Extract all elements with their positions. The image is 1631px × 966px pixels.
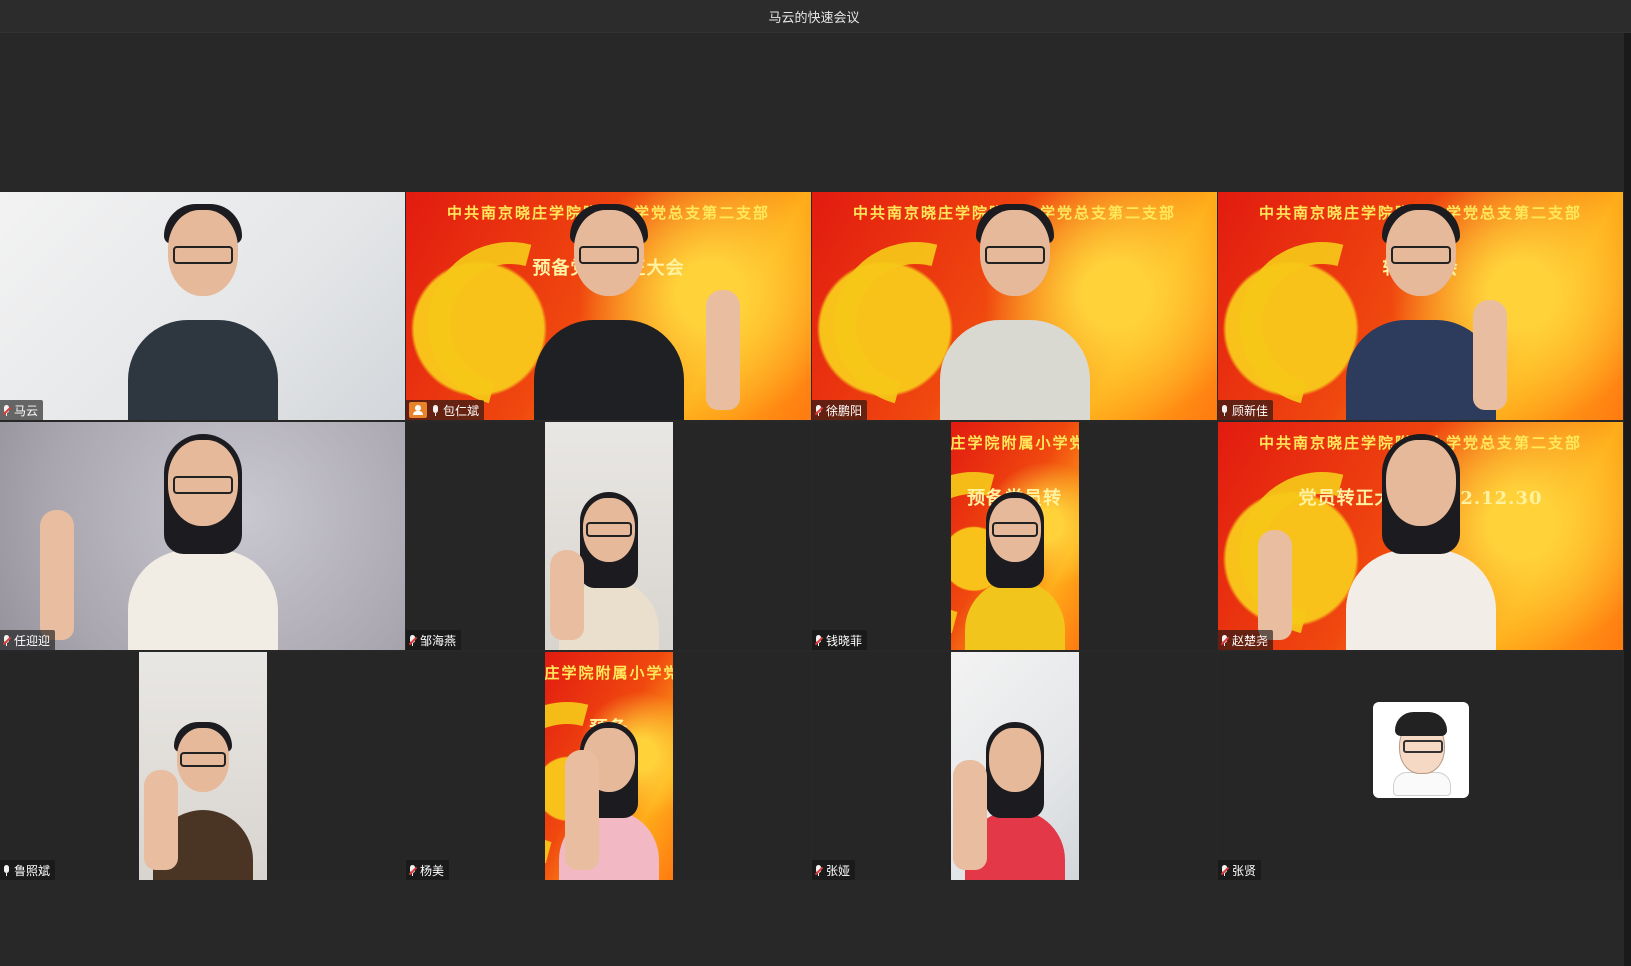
window-title-bar: 马云的快速会议 xyxy=(0,0,1631,33)
avatar xyxy=(1372,702,1469,798)
participant-figure xyxy=(939,204,1090,420)
participant-name: 马云 xyxy=(14,403,39,418)
participant-name: 顾新佳 xyxy=(1232,403,1269,418)
participant-tile[interactable]: 庄学院附属小学党预备党员转钱晓菲 xyxy=(812,422,1217,650)
video-feed xyxy=(950,652,1079,880)
banner-text: 庄学院附属小学党 xyxy=(950,434,1079,452)
participant-name: 赵楚尧 xyxy=(1232,633,1269,648)
raised-hand xyxy=(143,770,178,870)
participant-name-label: 顾新佳 xyxy=(1218,400,1274,420)
participant-name-label: 鲁照斌 xyxy=(0,860,56,880)
mic-muted-icon[interactable] xyxy=(814,634,824,646)
host-icon xyxy=(409,402,427,418)
participant-name-label: 徐鹏阳 xyxy=(812,400,868,420)
participant-name-label: 马云 xyxy=(0,400,44,420)
participant-tile[interactable]: 中共南京晓庄学院附属小学党总支第二支部预备党员转正大会包仁斌 xyxy=(406,192,811,420)
mic-muted-icon[interactable] xyxy=(2,634,12,646)
participant-tile[interactable]: 张娅 xyxy=(812,652,1217,880)
participant-name: 徐鹏阳 xyxy=(826,403,863,418)
mic-muted-icon[interactable] xyxy=(2,404,12,416)
participant-name-label: 邹海燕 xyxy=(406,630,462,650)
participant-tile[interactable]: 张贤 xyxy=(1218,652,1623,880)
raised-hand xyxy=(40,510,74,640)
meeting-title: 马云的快速会议 xyxy=(768,10,860,26)
video-feed xyxy=(544,422,673,650)
mic-muted-icon[interactable] xyxy=(408,864,418,876)
mic-icon[interactable] xyxy=(432,404,439,416)
video-feed xyxy=(138,652,267,880)
participant-name-label: 任迎迎 xyxy=(0,630,56,650)
video-feed: 中共南京晓庄学院附属小学党总支第二支部预备党员转正大会 xyxy=(406,192,811,420)
participant-name-label: 钱晓菲 xyxy=(812,630,868,650)
participant-tile[interactable]: 马云 xyxy=(0,192,405,420)
mic-muted-icon[interactable] xyxy=(814,404,824,416)
video-feed: 庄学院附属小学党预备 xyxy=(544,652,673,880)
participant-name-label: 包仁斌 xyxy=(406,400,485,420)
banner-text: 庄学院附属小学党 xyxy=(544,664,673,682)
participant-figure xyxy=(533,204,684,420)
participant-name-label: 张娅 xyxy=(812,860,856,880)
participant-name: 张娅 xyxy=(826,863,851,878)
mic-muted-icon[interactable] xyxy=(814,864,824,876)
raised-hand xyxy=(549,550,584,640)
participant-name-label: 杨美 xyxy=(406,860,450,880)
video-feed: 庄学院附属小学党预备党员转 xyxy=(950,422,1079,650)
participant-name: 邹海燕 xyxy=(420,633,457,648)
mic-muted-icon[interactable] xyxy=(1220,634,1230,646)
participant-tile[interactable]: 邹海燕 xyxy=(406,422,811,650)
raised-hand xyxy=(1258,530,1292,640)
participant-tile[interactable]: 中共南京晓庄学院附属小学党总支第二支部转正大会顾新佳 xyxy=(1218,192,1623,420)
video-feed: 中共南京晓庄学院附属小学党总支第二支部党员转正大会 2022.12.30 xyxy=(1218,422,1623,650)
participant-figure xyxy=(127,204,278,420)
participant-figure xyxy=(127,434,278,650)
video-feed xyxy=(0,192,405,420)
participant-name: 杨美 xyxy=(420,863,445,878)
participant-name: 钱晓菲 xyxy=(826,633,863,648)
video-feed: 中共南京晓庄学院附属小学党总支第二支部转正大会 xyxy=(1218,192,1623,420)
raised-hand xyxy=(706,290,740,410)
raised-hand xyxy=(952,760,987,870)
mic-icon[interactable] xyxy=(3,864,10,876)
mic-muted-icon[interactable] xyxy=(408,634,418,646)
participant-tile[interactable]: 庄学院附属小学党预备杨美 xyxy=(406,652,811,880)
video-feed: 中共南京晓庄学院附属小学党总支第二支部正大会 xyxy=(812,192,1217,420)
video-feed xyxy=(0,422,405,650)
participant-tile[interactable]: 中共南京晓庄学院附属小学党总支第二支部党员转正大会 2022.12.30赵楚尧 xyxy=(1218,422,1623,650)
mic-icon[interactable] xyxy=(1221,404,1228,416)
raised-hand xyxy=(564,750,599,870)
raised-hand xyxy=(1473,300,1507,410)
participant-name: 任迎迎 xyxy=(14,633,51,648)
participant-video-grid: 马云中共南京晓庄学院附属小学党总支第二支部预备党员转正大会包仁斌中共南京晓庄学院… xyxy=(0,192,1624,880)
participant-name: 包仁斌 xyxy=(443,403,480,418)
participant-name: 张贤 xyxy=(1232,863,1257,878)
participant-name-label: 赵楚尧 xyxy=(1218,630,1274,650)
participant-name-label: 张贤 xyxy=(1218,860,1262,880)
participant-figure xyxy=(964,480,1065,650)
participant-tile[interactable]: 鲁照斌 xyxy=(0,652,405,880)
participant-tile[interactable]: 中共南京晓庄学院附属小学党总支第二支部正大会徐鹏阳 xyxy=(812,192,1217,420)
participant-tile[interactable]: 任迎迎 xyxy=(0,422,405,650)
scrollbar-track[interactable] xyxy=(1624,33,1631,966)
mic-muted-icon[interactable] xyxy=(1220,864,1230,876)
participant-name: 鲁照斌 xyxy=(14,863,51,878)
participant-figure xyxy=(1345,434,1496,650)
